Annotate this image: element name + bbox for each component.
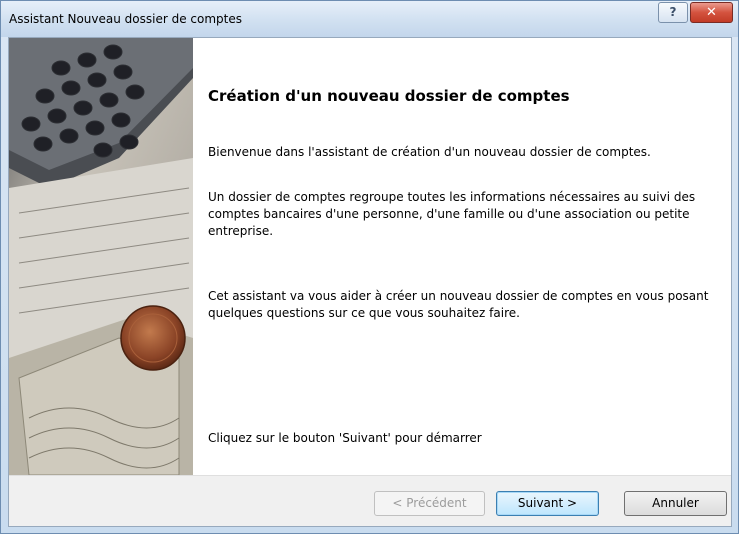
wizard-window: Assistant Nouveau dossier de comptes ? ✕ <box>0 0 739 534</box>
button-bar: < Précédent Suivant > Annuler <box>9 475 731 526</box>
finance-photo-icon <box>9 38 193 475</box>
wizard-content: Création d'un nouveau dossier de comptes… <box>200 38 726 475</box>
welcome-text: Bienvenue dans l'assistant de création d… <box>208 145 651 159</box>
close-button[interactable]: ✕ <box>690 2 733 23</box>
finance-illustration <box>9 38 193 475</box>
title-bar[interactable]: Assistant Nouveau dossier de comptes ? ✕ <box>1 1 738 37</box>
purpose-text: Cet assistant va vous aider à créer un n… <box>208 289 709 320</box>
page-title: Création d'un nouveau dossier de comptes <box>208 87 570 105</box>
previous-button[interactable]: < Précédent <box>374 491 485 516</box>
wizard-page: Création d'un nouveau dossier de comptes… <box>8 37 732 527</box>
cancel-button[interactable]: Annuler <box>624 491 727 516</box>
window-title: Assistant Nouveau dossier de comptes <box>9 12 242 26</box>
description-text: Un dossier de comptes regroupe toutes le… <box>208 190 696 238</box>
next-button[interactable]: Suivant > <box>496 491 599 516</box>
help-button[interactable]: ? <box>658 2 688 23</box>
instruction-text: Cliquez sur le bouton 'Suivant' pour dém… <box>208 431 482 445</box>
